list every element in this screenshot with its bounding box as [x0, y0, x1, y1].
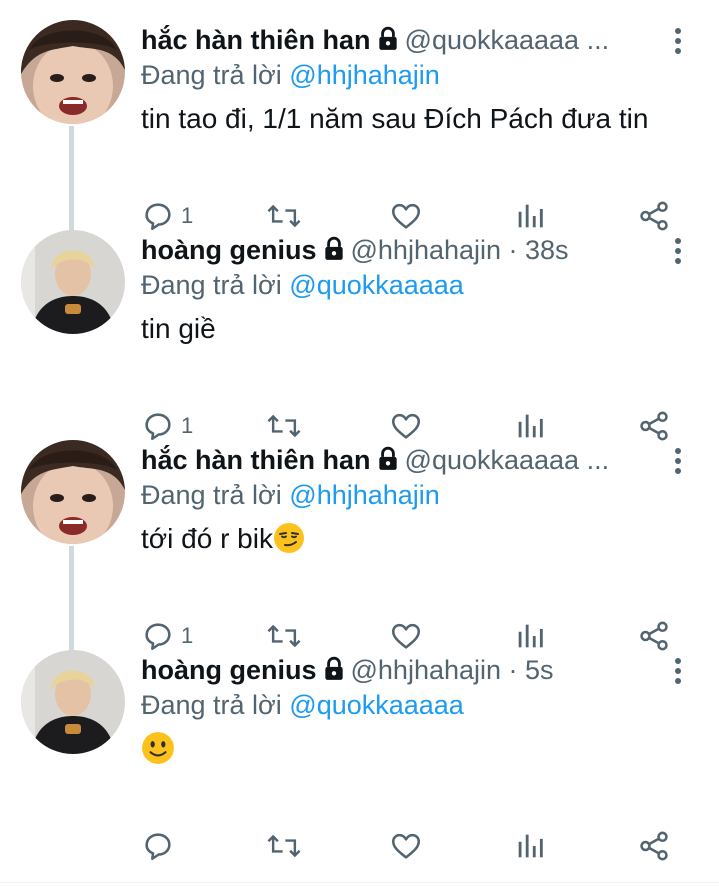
display-name[interactable]: hoàng genius [141, 655, 317, 685]
avatar[interactable] [21, 20, 125, 124]
tweet-header: hoàng genius @hhjhahajin · 5s [141, 652, 659, 688]
tweet[interactable]: hoàng genius @hhjhahajin · 5s Đang trả lờ… [0, 630, 719, 861]
tweet-header: hoàng genius @hhjhahajin · 38s [141, 232, 659, 268]
analytics-icon [518, 834, 543, 858]
tweet-text: tin tao đi, 1/1 năm sau Đích Pách đưa ti… [141, 103, 649, 134]
lock-icon [321, 655, 347, 681]
tweet[interactable]: hắc hàn thiên han @quokkaaaaa ... Đang tr… [0, 0, 719, 264]
mention-link[interactable]: @quokkaaaaa [289, 690, 464, 720]
handle[interactable]: @hhjhahajin · 38s [351, 235, 569, 265]
retweet-icon [267, 834, 301, 858]
tweet-header: hắc hàn thiên han @quokkaaaaa ... [141, 442, 659, 478]
tweet-text: tin giề [141, 313, 216, 344]
replying-to-label: Đang trả lời [141, 480, 282, 510]
retweet-button[interactable] [265, 826, 303, 866]
tweet[interactable]: hoàng genius @hhjhahajin · 38s Đang trả l… [0, 210, 719, 441]
mention-link[interactable]: @hhjhahajin [289, 480, 440, 510]
reply-icon [145, 833, 171, 861]
replying-to-label: Đang trả lời [141, 60, 282, 90]
lock-icon [375, 25, 401, 51]
display-name[interactable]: hắc hàn thiên han [141, 445, 371, 475]
display-name[interactable]: hắc hàn thiên han [141, 25, 371, 55]
mention-link[interactable]: @quokkaaaaa [289, 270, 464, 300]
avatar[interactable] [21, 440, 125, 544]
handle[interactable]: @quokkaaaaa ... [405, 25, 610, 55]
avatar[interactable] [21, 650, 125, 754]
replying-to: Đang trả lời @hhjhahajin [141, 58, 440, 92]
handle[interactable]: @quokkaaaaa ... [405, 445, 610, 475]
reply-button[interactable] [141, 826, 175, 866]
replying-to: Đang trả lời @quokkaaaaa [141, 268, 464, 302]
mention-link[interactable]: @hhjhahajin [289, 60, 440, 90]
replying-to-label: Đang trả lời [141, 690, 282, 720]
divider [0, 882, 719, 883]
heart-icon [391, 833, 421, 859]
display-name[interactable]: hoàng genius [141, 235, 317, 265]
share-button[interactable] [637, 826, 671, 866]
smirking-face-emoji [273, 522, 305, 554]
tweet-text [141, 731, 681, 768]
more-dots-icon[interactable] [667, 446, 689, 476]
action-bar [141, 826, 681, 866]
handle[interactable]: @hhjhahajin · 5s [351, 655, 554, 685]
more-dots-icon[interactable] [667, 26, 689, 56]
tweet-text-content: tới đó r bik [141, 523, 273, 554]
share-icon [640, 831, 668, 861]
replying-to: Đang trả lời @hhjhahajin [141, 478, 440, 512]
replying-to-label: Đang trả lời [141, 270, 282, 300]
lock-icon [375, 445, 401, 471]
like-button[interactable] [389, 826, 423, 866]
more-dots-icon[interactable] [667, 656, 689, 686]
tweet-text: tới đó r bik [141, 521, 681, 557]
tweet-header: hắc hàn thiên han @quokkaaaaa ... [141, 22, 659, 58]
slightly-smiling-face-emoji [141, 731, 174, 764]
reply-thread: hắc hàn thiên han @quokkaaaaa ... Đang tr… [0, 0, 719, 861]
replying-to: Đang trả lời @quokkaaaaa [141, 688, 464, 722]
lock-icon [321, 235, 347, 261]
more-dots-icon[interactable] [667, 236, 689, 266]
tweet[interactable]: hắc hàn thiên han @quokkaaaaa ... Đang tr… [0, 420, 719, 684]
views-button[interactable] [513, 826, 547, 866]
avatar[interactable] [21, 230, 125, 334]
